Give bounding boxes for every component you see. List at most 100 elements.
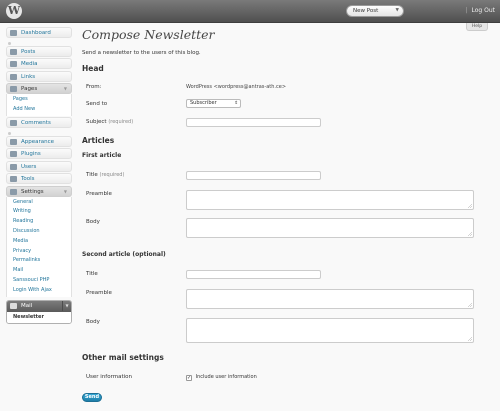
settings-icon (10, 188, 17, 195)
section-heading-other-settings: Other mail settings (82, 353, 164, 362)
sidebar-item-label: Users (21, 163, 37, 170)
sidebar-item-links[interactable]: Links (6, 70, 72, 82)
second-preamble-textarea[interactable] (186, 289, 474, 309)
sidebar-item-label: Appearance (21, 138, 55, 145)
submenu-item-discussion[interactable]: Discussion (7, 227, 71, 237)
first-body-label: Body (86, 219, 100, 225)
first-title-label: Title (required) (86, 172, 124, 178)
sidebar-item-label: Posts (21, 48, 36, 55)
required-note: (required) (99, 172, 125, 178)
select-arrows-icon: ⇕ (234, 101, 238, 106)
second-body-label: Body (86, 319, 100, 325)
sidebar-item-dashboard[interactable]: Dashboard (6, 27, 72, 38)
submenu-item-writing[interactable]: Writing (7, 207, 71, 217)
sidebar-item-settings[interactable]: Settings ▼ (6, 185, 72, 197)
include-user-info-label[interactable]: Include user information (196, 374, 257, 380)
second-article-heading: Second article (optional) (82, 251, 166, 258)
first-preamble-label: Preamble (86, 191, 112, 197)
user-links: | Log Out (464, 7, 495, 14)
send-to-label: Send to (86, 101, 108, 107)
submenu-item-general[interactable]: General (7, 198, 71, 208)
second-title-label: Title (86, 271, 98, 277)
comments-icon (10, 120, 17, 127)
first-preamble-textarea[interactable] (186, 190, 474, 210)
sidebar-item-plugins[interactable]: Plugins (6, 148, 72, 160)
pages-icon (10, 86, 17, 92)
first-article-heading: First article (82, 152, 122, 159)
menu-separator (6, 130, 72, 136)
sidebar-item-label: Media (21, 61, 38, 67)
appearance-icon (10, 138, 17, 145)
mail-submenu: Newsletter (7, 311, 71, 323)
sidebar-item-label: Links (21, 73, 36, 80)
section-heading-articles: Articles (82, 136, 115, 145)
submenu-item-mail[interactable]: Mail (7, 266, 71, 276)
collapse-arrow-icon[interactable]: ▼ (64, 84, 67, 94)
page-description: Send a newsletter to the users of this b… (82, 50, 201, 56)
second-body-textarea[interactable] (186, 318, 474, 343)
sidebar-item-label: Settings (21, 188, 44, 195)
sidebar-mail-block: Mail ▼ Newsletter (6, 299, 72, 324)
include-user-info-checkbox[interactable]: ✓ (186, 375, 192, 381)
sidebar-item-label: Comments (21, 120, 51, 127)
subject-label-text: Subject (86, 119, 107, 125)
subject-input[interactable] (186, 118, 321, 127)
send-button[interactable]: Send (82, 393, 102, 402)
sidebar-item-users[interactable]: Users (6, 160, 72, 172)
submenu-item-reading[interactable]: Reading (7, 217, 71, 227)
tools-icon (10, 176, 17, 183)
sidebar-item-media[interactable]: Media (6, 58, 72, 69)
mail-icon (10, 302, 17, 309)
sidebar-item-appearance[interactable]: Appearance (6, 135, 72, 147)
menu-separator (6, 40, 72, 46)
sidebar-item-pages[interactable]: Pages ▼ (6, 83, 72, 94)
pages-submenu: Pages Add New (6, 94, 72, 116)
admin-sidebar: Dashboard Posts Media Links Pages ▼ Page… (6, 27, 72, 324)
users-icon (10, 163, 17, 170)
include-user-info-row: ✓ Include user information (186, 374, 257, 381)
sidebar-item-posts[interactable]: Posts (6, 45, 72, 57)
send-to-value: Subscriber (190, 100, 217, 106)
settings-submenu: General Writing Reading Discussion Media… (6, 196, 72, 297)
help-tab[interactable]: Help (466, 23, 488, 31)
from-label: From: (86, 84, 102, 90)
media-icon (10, 61, 17, 67)
required-note: (required) (108, 119, 134, 125)
admin-header: W New Post ▼ | Log Out (0, 0, 500, 23)
first-title-input[interactable] (186, 171, 321, 180)
wordpress-logo-icon[interactable]: W (6, 3, 22, 19)
sidebar-item-label: Pages (21, 86, 38, 92)
collapse-arrow-icon[interactable]: ▼ (62, 300, 71, 311)
sidebar-item-tools[interactable]: Tools (6, 173, 72, 185)
new-post-dropdown[interactable]: New Post ▼ (346, 5, 404, 17)
sidebar-item-label: Mail (21, 302, 33, 309)
dashboard-icon (10, 30, 17, 36)
links-icon (10, 73, 17, 80)
user-info-label: User information (86, 374, 133, 380)
submenu-item-privacy[interactable]: Privacy (7, 247, 71, 257)
new-post-label: New Post (353, 8, 379, 14)
collapse-arrow-icon[interactable]: ▼ (64, 187, 67, 197)
submenu-item-pages[interactable]: Pages (7, 95, 71, 105)
sidebar-item-label: Dashboard (21, 30, 51, 36)
second-title-input[interactable] (186, 270, 321, 279)
sidebar-item-comments[interactable]: Comments (6, 117, 72, 129)
second-preamble-label: Preamble (86, 290, 112, 296)
section-heading-head: Head (82, 64, 104, 73)
submenu-item-login-with-ajax[interactable]: Login With Ajax (7, 286, 71, 296)
separator: | (465, 7, 468, 14)
first-body-textarea[interactable] (186, 218, 474, 238)
plugins-icon (10, 151, 17, 158)
chevron-down-icon: ▼ (395, 8, 399, 13)
send-to-select[interactable]: Subscriber ⇕ (186, 99, 241, 108)
sidebar-item-label: Tools (21, 176, 35, 183)
subject-label: Subject (required) (86, 119, 133, 125)
submenu-item-newsletter[interactable]: Newsletter (7, 313, 71, 322)
submenu-item-permalinks[interactable]: Permalinks (7, 256, 71, 266)
title-label-text: Title (86, 172, 98, 178)
submenu-item-add-new[interactable]: Add New (7, 105, 71, 115)
submenu-item-media[interactable]: Media (7, 237, 71, 247)
sidebar-item-mail[interactable]: Mail ▼ (7, 300, 71, 312)
submenu-item-sanssouci-php[interactable]: Sanssouci PHP (7, 276, 71, 286)
logout-link[interactable]: Log Out (471, 7, 495, 14)
